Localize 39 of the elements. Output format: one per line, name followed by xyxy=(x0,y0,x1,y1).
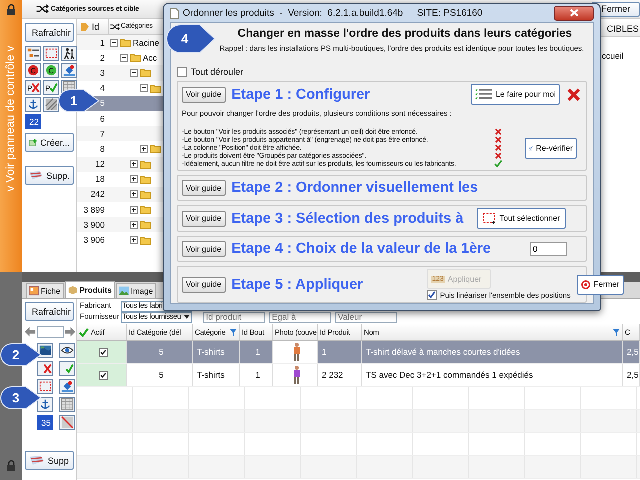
step-title: Etape 4 : Choix de la valeur de la 1ère xyxy=(232,241,492,257)
id-cell-text: 4 xyxy=(99,83,106,94)
step-title: Etape 2 : Ordonner visuellement les xyxy=(232,180,478,196)
id-cell-text: 1 xyxy=(99,38,106,48)
id-cell-text: 3 906 xyxy=(82,235,106,246)
table-cell: T-shirt délavé à manches courtes d'idées xyxy=(362,341,623,363)
callout-badge: 3 xyxy=(0,386,42,410)
table-cell: 2,5 xyxy=(623,341,640,363)
id-cell-text: 7 xyxy=(99,128,106,139)
table-cell: 2 232 xyxy=(318,364,362,386)
table-cell: TS avec Dec 3+2+1 commandés 1 expédiés xyxy=(362,364,623,386)
id-cell-text: 8 xyxy=(99,144,106,154)
id-cell-text: 12 xyxy=(94,159,106,170)
category-name: Racine xyxy=(133,38,160,48)
table-cell: 5 xyxy=(127,364,193,386)
step-title: Etape 1 : Configurer xyxy=(232,86,370,102)
category-name: ccueil xyxy=(601,50,625,63)
id-cell-text: 3 899 xyxy=(82,204,106,215)
id-cell-text: 3 900 xyxy=(82,220,106,230)
id-cell-text: 18 xyxy=(94,174,106,184)
id-cell-text: 3 xyxy=(99,68,106,78)
table-cell: T-shirts xyxy=(193,364,240,386)
checkbox-label: Tout dérouler xyxy=(191,67,244,77)
step-title: Etape 5 : Appliquer xyxy=(232,276,364,292)
table-cell: 2,5 xyxy=(623,364,640,386)
window-title: Ordonner les produits - Version: 6.2.1.a.build1.64b xyxy=(183,8,404,18)
step-title: Etape 3 : Sélection des produits à xyxy=(232,210,464,226)
callout-badge: 4 xyxy=(166,24,216,54)
table-cell: T-shirts xyxy=(193,341,240,363)
category-name: Acc xyxy=(143,52,158,63)
id-cell-text: 242 xyxy=(90,189,106,200)
callout-badge: 1 xyxy=(58,89,100,113)
dialog-heading: Changer en masse l'ordre des produits dans leurs catégories xyxy=(236,28,574,40)
id-cell-text: 5 xyxy=(99,98,106,108)
table-cell: 1 xyxy=(318,341,362,363)
site-label: SITE: PS16160 xyxy=(417,8,483,18)
id-cell-text: 2 xyxy=(99,52,106,63)
callout-badge: 2 xyxy=(0,343,42,367)
table-cell: 5 xyxy=(127,341,193,363)
